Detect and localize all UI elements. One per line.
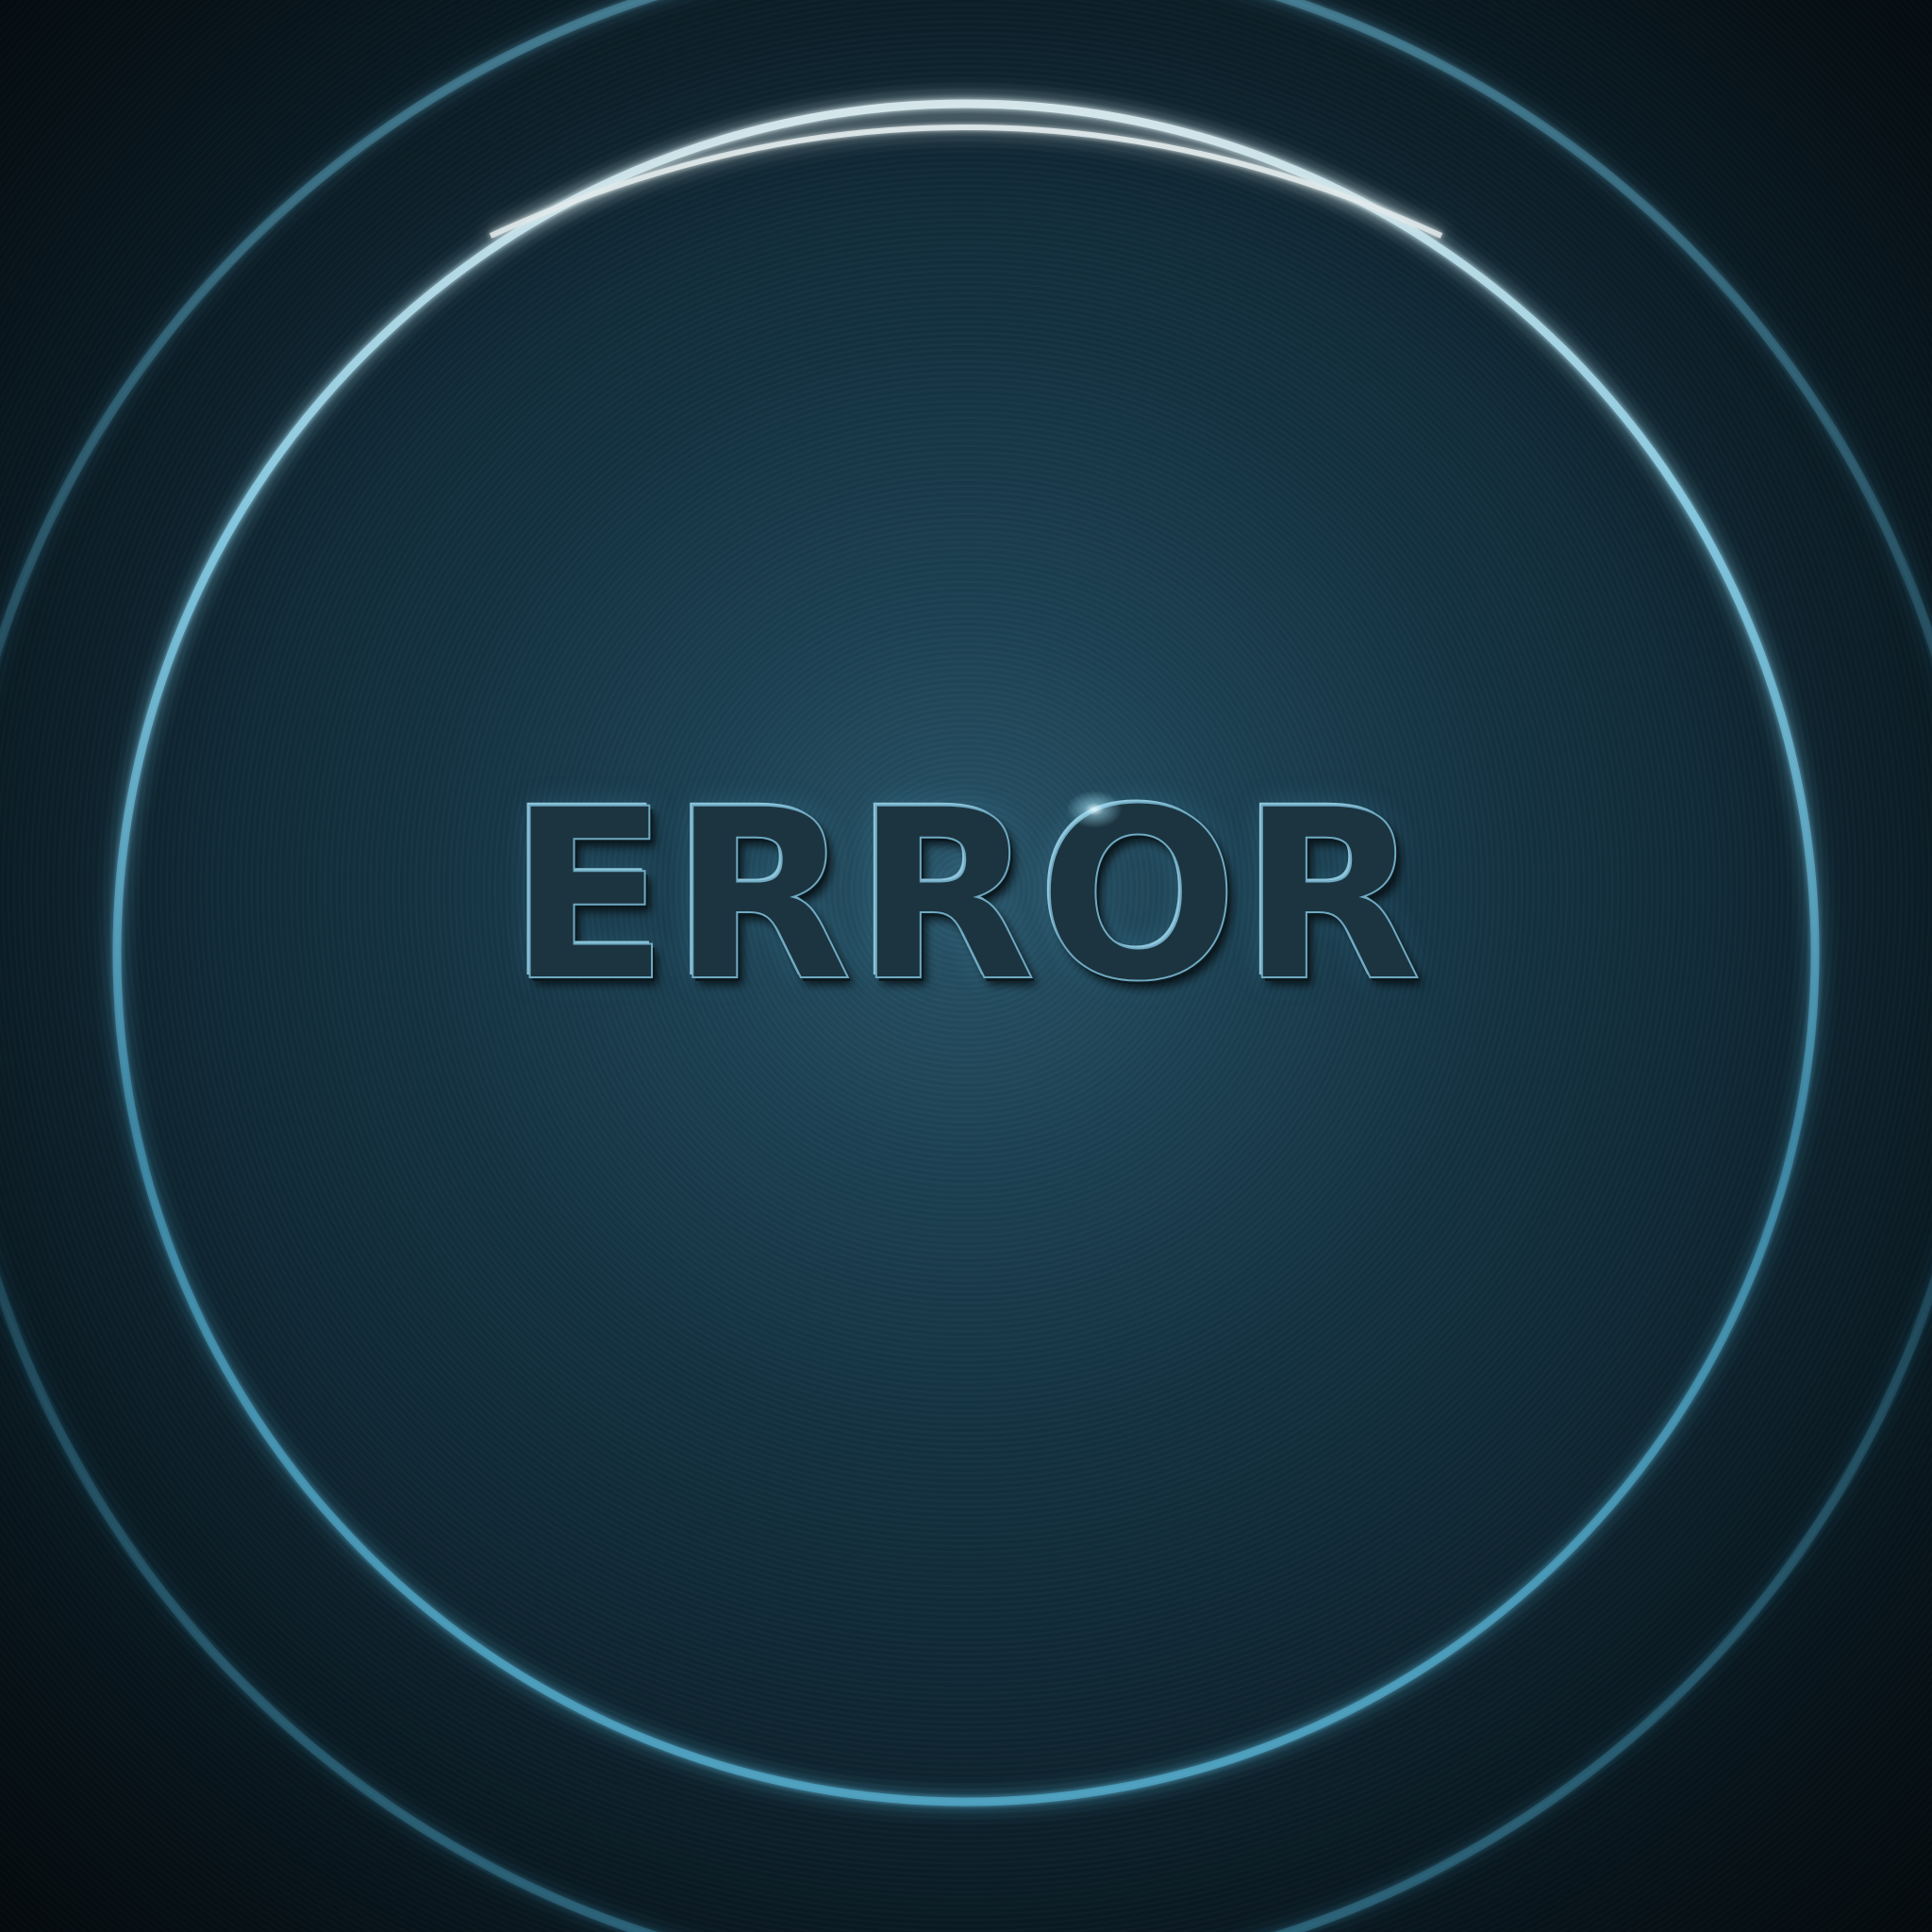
- error-title: ERROR: [508, 758, 1424, 1033]
- ring-highlight: [489, 125, 1443, 239]
- error-screen: ERROR: [0, 0, 1932, 1932]
